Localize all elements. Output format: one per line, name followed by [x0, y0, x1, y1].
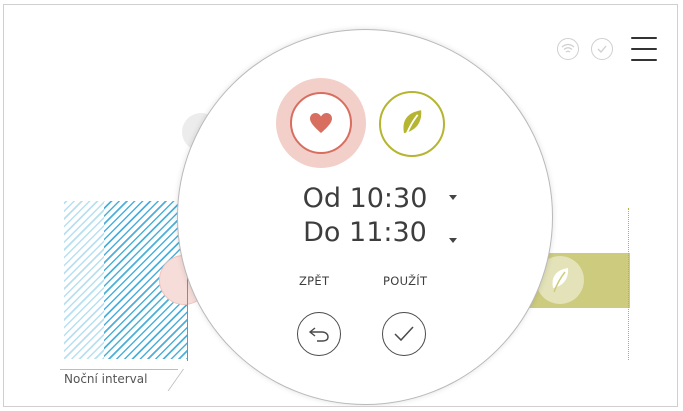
to-time-row[interactable]: Do 11:30	[178, 217, 552, 249]
leaf-icon	[403, 110, 422, 139]
from-time[interactable]: Od 10:30	[303, 183, 428, 215]
back-label: ZPĚT	[299, 274, 330, 288]
time-edit-modal: Od 10:30 Do 11:30 ZPĚT POUŽÍT	[177, 29, 553, 405]
current-time-line	[187, 275, 188, 361]
header-icons	[557, 37, 657, 61]
to-dropdown-icon[interactable]	[449, 238, 457, 243]
apply-button[interactable]	[382, 312, 426, 356]
heart-icon	[310, 113, 332, 133]
to-time[interactable]: Do 11:30	[303, 217, 427, 249]
leaf-icon	[552, 268, 569, 293]
undo-arrow-icon	[308, 327, 329, 342]
check-bubble-icon[interactable]	[591, 38, 613, 60]
night-interval-fade	[64, 201, 104, 359]
back-button[interactable]	[297, 312, 341, 356]
leaf-type-button[interactable]	[379, 91, 445, 157]
from-time-row[interactable]: Od 10:30	[178, 183, 552, 215]
apply-label: POUŽÍT	[383, 274, 428, 288]
interval-end-line	[628, 208, 629, 360]
heart-type-button[interactable]	[276, 78, 366, 168]
menu-icon[interactable]	[631, 37, 657, 61]
from-dropdown-icon[interactable]	[449, 195, 457, 200]
checkmark-icon	[394, 326, 414, 342]
app-frame: Noční interval Od 10:30 Do 11:30 ZPĚT PO…	[3, 4, 678, 407]
night-interval-label: Noční interval	[60, 369, 178, 391]
wifi-icon[interactable]	[557, 38, 579, 60]
